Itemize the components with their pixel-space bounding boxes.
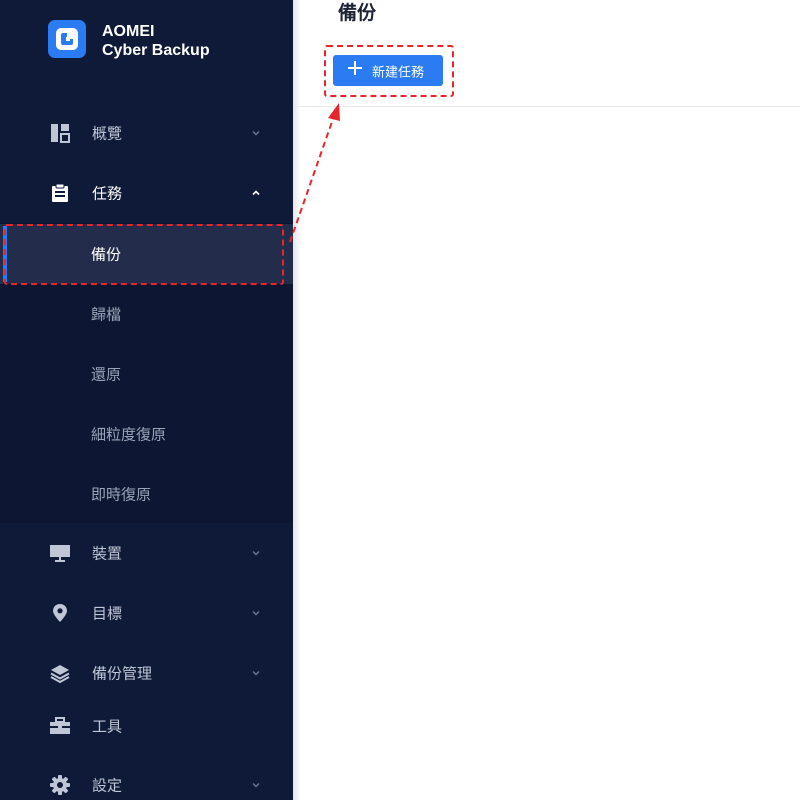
- brand-name: AOMEI Cyber Backup: [102, 22, 210, 60]
- sidebar-item-tools[interactable]: 工具: [0, 706, 293, 746]
- brand-line-1: AOMEI: [102, 23, 155, 40]
- dashboard-icon: [51, 124, 70, 143]
- toolbox-icon: [50, 717, 70, 734]
- chevron-up-icon: [252, 190, 260, 196]
- gear-icon: [50, 775, 70, 795]
- sidebar-item-tasks[interactable]: 任務: [0, 173, 293, 213]
- submenu-item-label: 細粒度復原: [91, 425, 167, 444]
- clipboard-icon: [52, 183, 68, 202]
- submenu-item-backup[interactable]: 備份: [0, 224, 293, 284]
- brand-logo[interactable]: AOMEI Cyber Backup: [48, 20, 210, 59]
- sidebar-item-backup-management[interactable]: 備份管理: [0, 653, 293, 693]
- chevron-down-icon: [252, 671, 260, 676]
- brand-line-2: Cyber Backup: [102, 42, 210, 59]
- sidebar: AOMEI Cyber Backup 概覽 任務 備份 歸檔 還原 細粒度復原 …: [0, 0, 293, 800]
- chevron-down-icon: [252, 131, 260, 136]
- sidebar-item-label: 工具: [92, 717, 123, 736]
- plus-icon: [348, 61, 362, 75]
- submenu-item-restore[interactable]: 還原: [0, 344, 293, 404]
- submenu-item-archive[interactable]: 歸檔: [0, 284, 293, 344]
- monitor-icon: [50, 545, 70, 562]
- chevron-down-icon: [252, 611, 260, 616]
- sidebar-item-label: 設定: [92, 776, 123, 795]
- submenu-item-label: 備份: [91, 245, 122, 264]
- header-divider: [293, 106, 800, 107]
- submenu-item-instant-recovery[interactable]: 即時復原: [0, 464, 293, 524]
- aomei-logo-icon: [48, 20, 86, 58]
- new-task-button[interactable]: 新建任務: [333, 55, 443, 86]
- new-task-button-label: 新建任務: [372, 64, 425, 79]
- sidebar-item-label: 概覽: [92, 124, 123, 143]
- sidebar-shadow: [293, 0, 301, 800]
- sidebar-item-overview[interactable]: 概覽: [0, 113, 293, 153]
- page-title: 備份: [338, 2, 377, 24]
- sidebar-item-devices[interactable]: 裝置: [0, 533, 293, 573]
- sidebar-item-label: 任務: [92, 184, 123, 203]
- sidebar-item-label: 裝置: [92, 544, 123, 563]
- sidebar-item-label: 目標: [92, 604, 123, 623]
- submenu-item-granular-recovery[interactable]: 細粒度復原: [0, 404, 293, 464]
- submenu-item-label: 還原: [91, 365, 122, 384]
- sidebar-item-label: 備份管理: [92, 664, 153, 683]
- layers-icon: [50, 665, 70, 683]
- sidebar-item-targets[interactable]: 目標: [0, 593, 293, 633]
- chevron-down-icon: [252, 551, 260, 556]
- submenu-item-label: 歸檔: [91, 305, 122, 324]
- submenu-item-label: 即時復原: [91, 485, 152, 504]
- sidebar-item-settings[interactable]: 設定: [0, 765, 293, 800]
- app-window: AOMEI Cyber Backup 概覽 任務 備份 歸檔 還原 細粒度復原 …: [0, 0, 800, 800]
- location-pin-icon: [53, 604, 67, 622]
- chevron-down-icon: [252, 783, 260, 788]
